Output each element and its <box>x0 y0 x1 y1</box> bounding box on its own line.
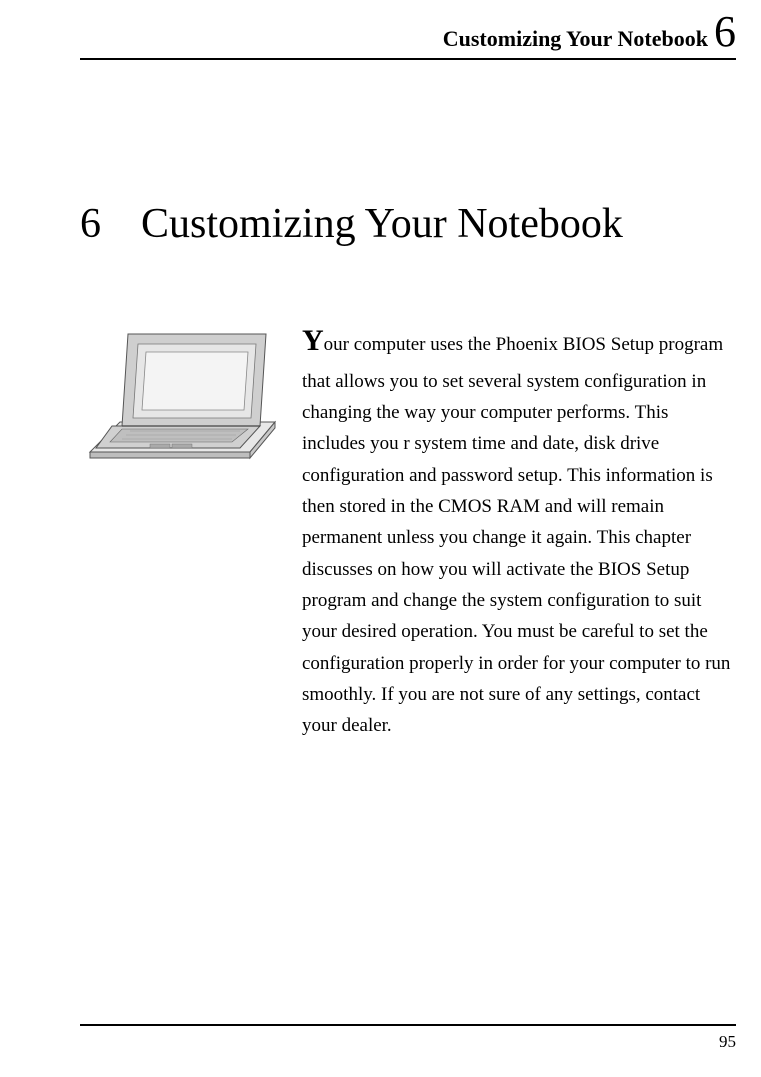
laptop-illustration <box>80 322 280 477</box>
running-header: Customizing Your Notebook 6 <box>80 12 736 60</box>
content-row: Your computer uses the Phoenix BIOS Setu… <box>80 316 736 742</box>
page-footer: 95 <box>80 1024 736 1052</box>
chapter-title: Customizing Your Notebook <box>141 200 623 248</box>
chapter-heading: 6 Customizing Your Notebook <box>80 200 736 248</box>
page-number: 95 <box>719 1032 736 1051</box>
dropcap: Y <box>302 324 324 357</box>
intro-paragraph: Your computer uses the Phoenix BIOS Setu… <box>302 316 736 742</box>
header-chapter-number: 6 <box>714 12 736 52</box>
body-text: our computer uses the Phoenix BIOS Setup… <box>302 334 730 736</box>
chapter-number: 6 <box>80 200 101 248</box>
header-title: Customizing Your Notebook <box>443 26 708 52</box>
